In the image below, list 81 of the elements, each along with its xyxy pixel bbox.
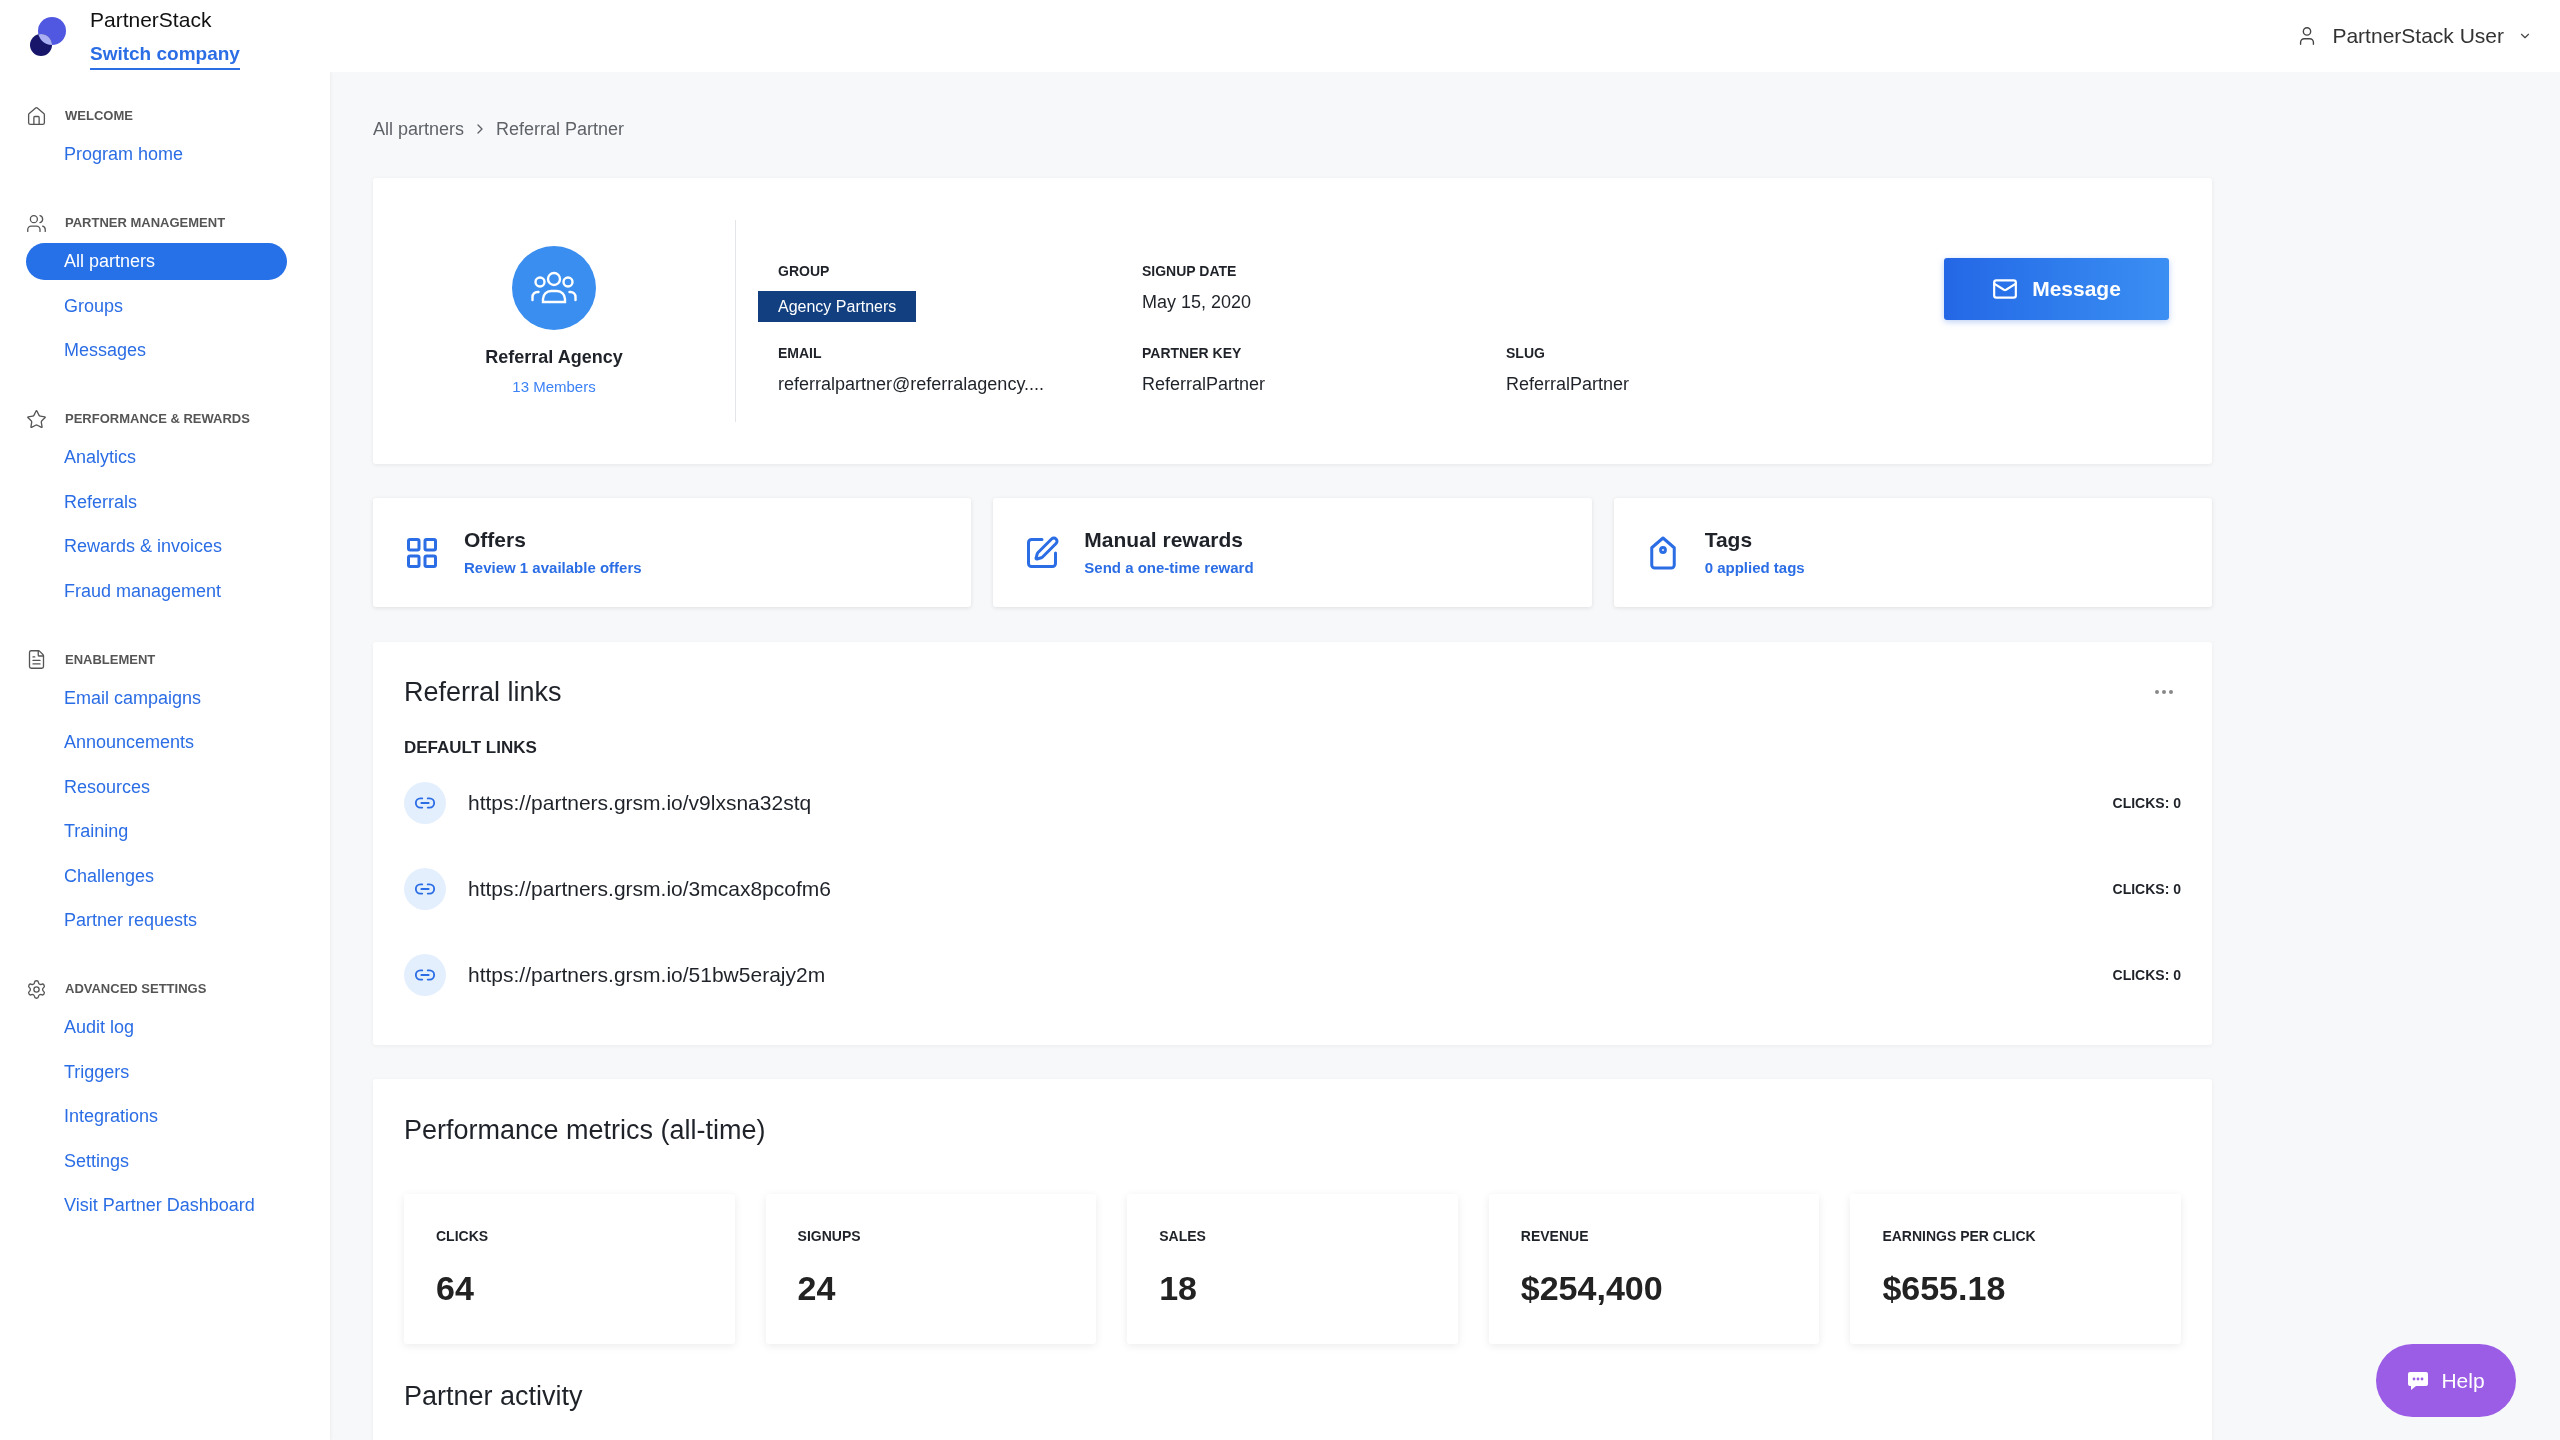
sidebar-item[interactable]: Referrals [26,483,287,521]
sidebar-item[interactable]: Rewards & invoices [26,528,287,565]
link-icon [404,954,446,996]
sidebar-item[interactable]: Messages [26,332,287,369]
section-title: Performance metrics (all-time) [404,1114,766,1146]
sidebar-item[interactable]: Partner requests [26,902,287,939]
action-link[interactable]: 0 applied tags [1704,558,1805,578]
metric-label: SALES [1159,1227,1206,1245]
sidebar-section-heading: PERFORMANCE & REWARDS [65,410,250,428]
sidebar-item[interactable]: Groups [26,287,287,325]
sidebar-item[interactable]: Challenges [26,857,287,895]
user-menu[interactable]: PartnerStack User [2296,20,2532,52]
link-icon [404,782,446,824]
referral-url: https://partners.grsm.io/51bw5erajy2m [468,962,826,988]
chat-icon [2407,1370,2430,1391]
edit-icon [1024,534,1061,571]
sidebar-item[interactable]: Resources [26,768,287,806]
metric-value: $254,400 [1520,1268,1663,1308]
action-title: Offers [464,527,526,553]
field-value: ReferralPartner [1142,373,1266,396]
metric-value: 24 [797,1268,836,1308]
brand-name: PartnerStack [90,7,212,33]
sidebar-item[interactable]: Visit Partner Dashboard [26,1187,287,1224]
star-icon [26,408,47,430]
sidebar-section-heading: ADVANCED SETTINGS [65,980,207,998]
metric-label: EARNINGS PER CLICK [1882,1227,2036,1245]
group-badge: Agency Partners [758,291,917,322]
field-value: May 15, 2020 [1142,291,1252,314]
metric-label: CLICKS [436,1227,489,1245]
field-label: SLUG [1506,344,1545,362]
clicks-count: CLICKS: 0 [2112,880,2181,898]
gear-icon [26,978,47,1000]
switch-company-link[interactable]: Switch company [90,42,240,70]
field-label: PARTNER KEY [1142,344,1242,362]
sidebar-item[interactable]: Triggers [26,1053,287,1091]
metric-value: 64 [436,1268,474,1308]
metric-label: REVENUE [1520,1227,1589,1245]
sidebar-item[interactable]: Integrations [26,1098,287,1135]
clicks-count: CLICKS: 0 [2112,794,2181,812]
document-icon [26,649,47,670]
metric-value: 18 [1159,1268,1197,1308]
sidebar-item[interactable]: Analytics [26,439,287,476]
field-value: referralpartner@referralagency.... [778,373,1045,396]
help-button[interactable]: Help [2376,1344,2516,1417]
breadcrumb-current: Referral Partner [496,117,625,141]
sidebar-item[interactable]: Audit log [26,1009,287,1046]
sidebar-item[interactable]: Training [26,813,287,850]
sidebar-item[interactable]: Announcements [26,724,287,761]
field-label: GROUP [778,262,830,280]
action-link[interactable]: Review 1 available offers [464,558,642,578]
members-link[interactable]: 13 Members [512,376,596,397]
mail-icon [1992,276,2019,302]
action-link[interactable]: Send a one-time reward [1084,558,1254,578]
referral-url: https://partners.grsm.io/3mcax8pcofm6 [468,876,831,902]
sidebar-item[interactable]: All partners [26,243,287,280]
message-button[interactable]: Message [1944,258,2169,320]
section-title: Referral links [404,676,562,708]
referral-url: https://partners.grsm.io/v9lxsna32stq [468,790,812,816]
metric-label: SIGNUPS [797,1227,861,1245]
action-title: Tags [1704,527,1753,553]
action-title: Manual rewards [1084,527,1244,553]
sidebar-item[interactable]: Fraud management [26,572,287,610]
section-title: Partner activity [404,1380,583,1412]
logo [30,15,66,57]
metric-value: $655.18 [1882,1268,2006,1308]
breadcrumb-link[interactable]: All partners [373,115,465,143]
group-heading: DEFAULT LINKS [404,737,537,759]
link-icon [404,868,446,910]
sidebar-section-heading: PARTNER MANAGEMENT [65,214,226,232]
field-label: SIGNUP DATE [1142,262,1237,280]
people-icon [26,212,47,234]
partner-name: Referral Agency [485,345,623,369]
field-label: EMAIL [778,344,822,362]
clicks-count: CLICKS: 0 [2112,966,2181,984]
sidebar-section-heading: ENABLEMENT [65,650,156,669]
sidebar-item[interactable]: Program home [26,136,287,173]
sidebar-section-heading: WELCOME [65,107,133,125]
sidebar-item[interactable]: Email campaigns [26,679,287,717]
home-icon [26,105,47,127]
sidebar-item[interactable]: Settings [26,1142,287,1180]
field-value: ReferralPartner [1506,373,1630,396]
